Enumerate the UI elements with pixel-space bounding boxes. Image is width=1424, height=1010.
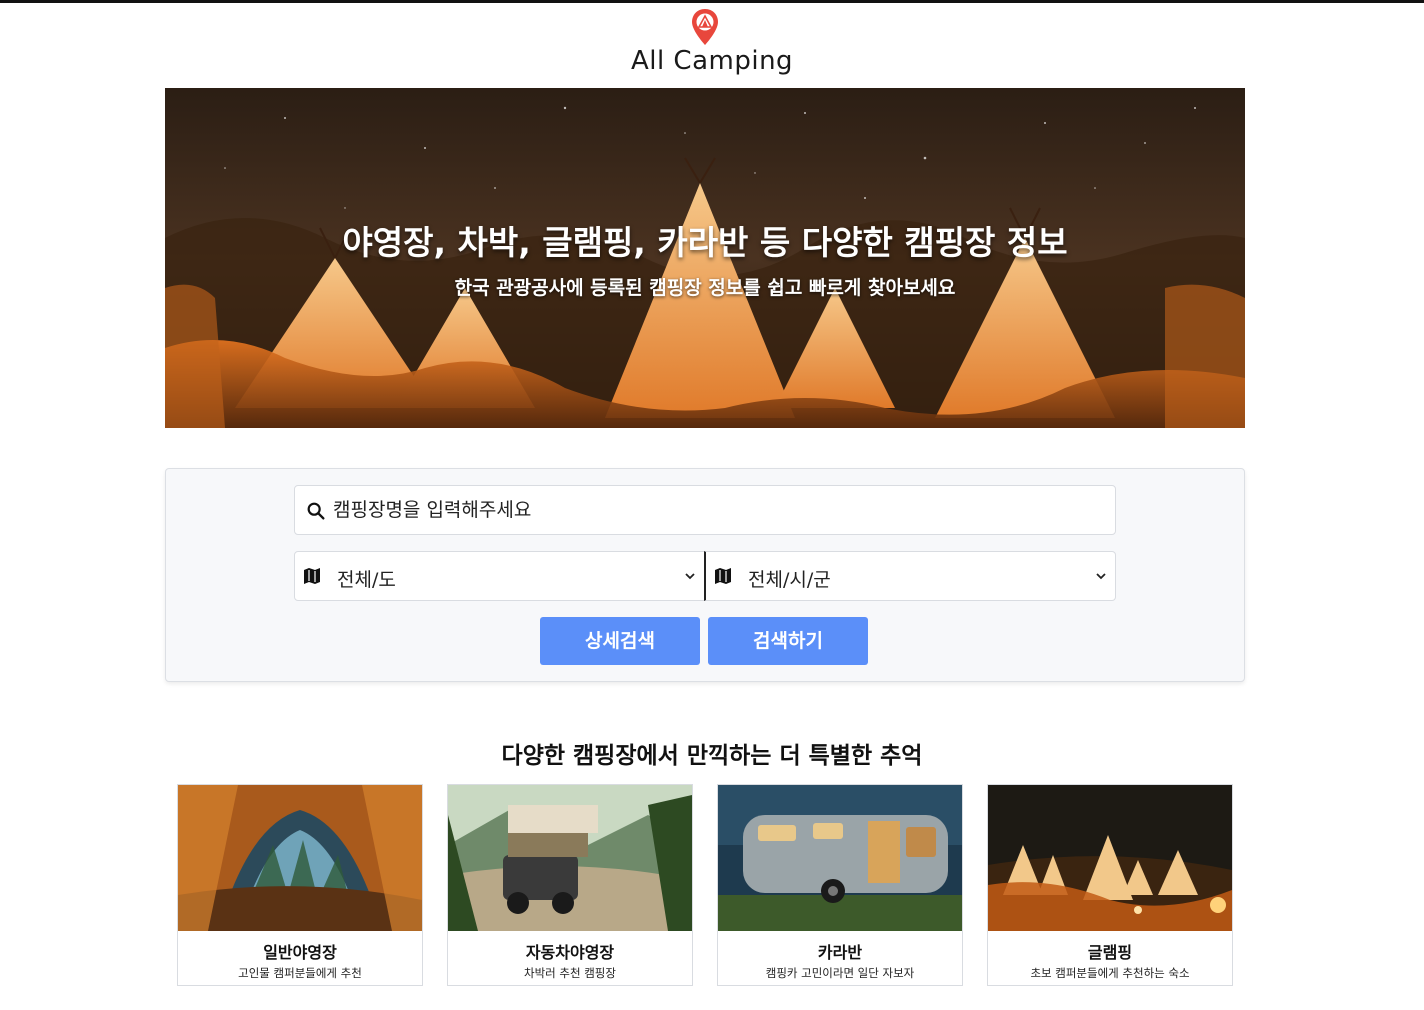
city-value: 전체/시/군: [748, 569, 831, 591]
card-image: [178, 785, 422, 931]
map-pin-icon: [692, 9, 718, 45]
province-select[interactable]: 전체/도: [294, 551, 705, 601]
card-caravan[interactable]: 카라반 캠핑카 고민이라면 일단 자보자: [717, 784, 963, 986]
search-icon: [307, 502, 325, 520]
card-desc: 고인물 캠퍼분들에게 추천: [238, 966, 362, 980]
card-general-camping[interactable]: 일반야영장 고인물 캠퍼분들에게 추천: [177, 784, 423, 986]
card-car-camping[interactable]: 자동차야영장 차박러 추천 캠핑장: [447, 784, 693, 986]
card-image: [988, 785, 1232, 931]
card-image: [448, 785, 692, 931]
search-input[interactable]: [333, 486, 1103, 534]
section-title: 다양한 캠핑장에서 만끽하는 더 특별한 추억: [501, 743, 923, 769]
hero-title: 야영장, 차박, 글램핑, 카라반 등 다양한 캠핑장 정보: [342, 223, 1068, 262]
search-button[interactable]: 검색하기: [708, 617, 868, 665]
search-box[interactable]: [294, 485, 1116, 535]
card-title: 일반야영장: [263, 943, 337, 962]
card-desc: 초보 캠퍼분들에게 추천하는 숙소: [1030, 966, 1190, 980]
brand-name: All Camping: [630, 46, 794, 76]
detail-search-button[interactable]: 상세검색: [540, 617, 700, 665]
search-panel: 전체/도 전체/시/군 상세검색 검색하기: [165, 468, 1245, 682]
site-logo[interactable]: All Camping: [0, 6, 1424, 82]
map-icon: [715, 568, 731, 584]
top-border: [0, 0, 1424, 3]
category-cards: 일반야영장 고인물 캠퍼분들에게 추천 자동차야영장 차박러 추천 캠핑장 카라…: [177, 784, 1233, 986]
city-select[interactable]: 전체/시/군: [704, 551, 1116, 601]
chevron-down-icon: [1096, 573, 1106, 580]
card-image: [718, 785, 962, 931]
card-title: 카라반: [817, 943, 863, 962]
map-icon: [304, 568, 320, 584]
card-desc: 차박러 추천 캠핑장: [524, 966, 616, 980]
card-desc: 캠핑카 고민이라면 일단 자보자: [765, 966, 915, 980]
hero-subtitle: 한국 관광공사에 등록된 캠핑장 정보를 쉽고 빠르게 찾아보세요: [454, 277, 956, 299]
province-value: 전체/도: [337, 569, 396, 591]
hero-banner: 야영장, 차박, 글램핑, 카라반 등 다양한 캠핑장 정보 한국 관광공사에 …: [165, 88, 1245, 428]
card-title: 자동차야영장: [525, 943, 615, 962]
card-title: 글램핑: [1087, 943, 1133, 962]
card-glamping[interactable]: 글램핑 초보 캠퍼분들에게 추천하는 숙소: [987, 784, 1233, 986]
chevron-down-icon: [685, 573, 695, 580]
